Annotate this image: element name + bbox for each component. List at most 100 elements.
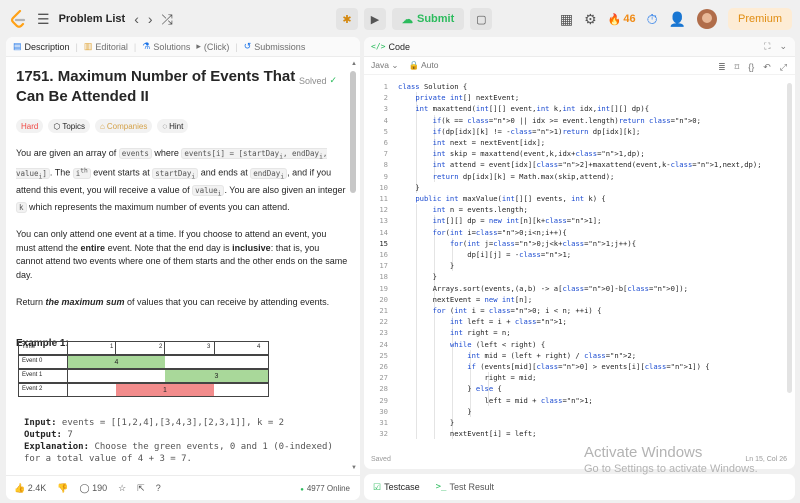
code-line[interactable]: 11 public int maxValue(int[][] events, i… [364, 193, 795, 204]
code-text: int n = events.length; [432, 205, 528, 215]
code-line[interactable]: 2 private int[] nextEvent; [364, 92, 795, 103]
lightbulb-icon: ◌ [162, 121, 168, 131]
difficulty-chip[interactable]: Hard [16, 119, 44, 133]
code-line[interactable]: 23 int right = n; [364, 327, 795, 338]
code-line[interactable]: 26 if (events[mid][class="n">0] > events… [364, 361, 795, 372]
code-line[interactable]: 28 } else { [364, 383, 795, 394]
format-icon[interactable]: ≣ [718, 62, 726, 73]
code-line[interactable]: 12 int n = events.length; [364, 204, 795, 215]
code-line[interactable]: 1 class Solution { [364, 81, 795, 92]
code-line[interactable]: 19 Arrays.sort(events,(a,b) -> a[class="… [364, 283, 795, 294]
timer-icon[interactable]: ⏱ [647, 11, 658, 28]
problem-list-icon[interactable]: ☰ [37, 11, 50, 28]
code-line[interactable]: 22 int left = i + class="n">1; [364, 316, 795, 327]
code-line[interactable]: 21 for (int i = class="n">0; i < n; ++i)… [364, 305, 795, 316]
code-line[interactable]: 7 int skip = maxattend(event,k,idx+class… [364, 148, 795, 159]
code-line[interactable]: 5 if(dp[idx][k] != -class="n">1)return d… [364, 126, 795, 137]
submit-button[interactable]: ☁ Submit [392, 8, 465, 30]
settings-gear-icon[interactable]: ⚙ [584, 11, 597, 28]
code-line[interactable]: 8 int attend = event[idx][class="n">2]+m… [364, 159, 795, 170]
line-number: 32 [379, 429, 388, 439]
braces-icon[interactable]: {} [748, 62, 754, 73]
code-line[interactable]: 16 dp[i][j] = -class="n">1; [364, 249, 795, 260]
layout-grid-icon[interactable]: ▦ [560, 11, 573, 28]
scroll-down-arrow-icon[interactable]: ▼ [351, 465, 357, 471]
editor-scrollbar[interactable] [787, 83, 792, 393]
share-button[interactable]: ⇱ [137, 483, 145, 494]
code-text: for(int i=class="n">0;i<n;i++){ [432, 227, 567, 237]
companies-chip[interactable]: ⌂ Companies [95, 119, 153, 133]
reset-icon[interactable]: ↶ [763, 62, 771, 73]
tab-solutions[interactable]: ⚗ Solutions [142, 41, 190, 52]
code-line[interactable]: 9 return dp[idx][k] = Math.max(skip,atte… [364, 171, 795, 182]
code-line[interactable]: 20 nextEvent = new int[n]; [364, 294, 795, 305]
code-text: nextEvent[i] = left; [398, 429, 537, 439]
code-text: if(k == class="n">0 || idx >= event.leng… [432, 115, 701, 125]
code-panel: </> Code ⛶ ⌄ Java ⌄ 🔒 Auto ≣ ⌑ {} ↶ ⤢ 1 cl… [364, 37, 795, 469]
comments-button[interactable]: ◯ 190 [79, 483, 107, 494]
tab-editorial[interactable]: ▥ Editorial [84, 41, 128, 52]
streak-counter[interactable]: 🔥 46 [608, 13, 636, 26]
expand-icon[interactable]: ⛶ [764, 41, 770, 52]
watermark-line-2: Go to Settings to activate Windows. [584, 463, 758, 475]
code-line[interactable]: 6 int next = nextEvent[idx]; [364, 137, 795, 148]
code-editor[interactable]: 1 class Solution {2 private int[] nextEve… [364, 81, 795, 445]
code-tab[interactable]: </> Code [371, 42, 410, 52]
avatar[interactable] [696, 9, 717, 29]
auto-mode-toggle[interactable]: 🔒 Auto [408, 60, 438, 71]
code-line[interactable]: 14 for(int i=class="n">0;i<n;i++){ [364, 227, 795, 238]
add-user-icon[interactable]: 👤 [669, 11, 686, 28]
code-line[interactable]: 10 } [364, 182, 795, 193]
code-line[interactable]: 18 } [364, 271, 795, 282]
share-icon: ⇱ [137, 482, 145, 493]
shuffle-icon[interactable]: ⤮ [162, 11, 173, 28]
code-line[interactable]: 13 int[][] dp = new int[n][k+class="n">1… [364, 215, 795, 226]
notes-button[interactable]: ▢ [470, 8, 493, 30]
favorite-button[interactable]: ☆ [118, 483, 126, 494]
code-line[interactable]: 4 if(k == class="n">0 || idx >= event.le… [364, 115, 795, 126]
tab-testcase[interactable]: ☑ Testcase [373, 482, 420, 493]
timeline-header-label: Time [22, 344, 36, 350]
online-count: 4977 Online [300, 484, 350, 493]
premium-button[interactable]: Premium [727, 8, 792, 30]
solved-badge: Solved ✓ [299, 75, 338, 86]
problem-description: 1751. Maximum Number of Events That Can … [16, 67, 348, 349]
leetcode-logo-icon[interactable] [8, 9, 28, 29]
dislike-button[interactable]: 👎 [57, 483, 68, 494]
code-line[interactable]: 3 int maxattend(int[][] event,int k,int … [364, 103, 795, 114]
problem-list-link[interactable]: Problem List [59, 13, 126, 25]
help-button[interactable]: ? [156, 483, 161, 493]
hint-chip[interactable]: ◌ Hint [157, 119, 189, 133]
code-line[interactable]: 29 left = mid + class="n">1; [364, 395, 795, 406]
run-button[interactable]: ▶ [364, 8, 386, 30]
debug-button[interactable]: ✱ [336, 8, 358, 30]
code-line[interactable]: 30 } [364, 406, 795, 417]
language-select[interactable]: Java ⌄ [371, 60, 398, 71]
scroll-up-arrow-icon[interactable]: ▲ [351, 61, 357, 67]
more-options-icon[interactable]: ⌄ [779, 41, 787, 52]
code-line[interactable]: 25 int mid = (left + right) / class="n">… [364, 350, 795, 361]
tab-click[interactable]: ▸ (Click) [196, 41, 229, 52]
code-text: } else { [398, 384, 502, 394]
tab-test-result[interactable]: >_ Test Result [436, 482, 494, 492]
like-button[interactable]: 👍 2.4K [14, 483, 46, 494]
code-line[interactable]: 24 while (left < right) { [364, 339, 795, 350]
fullscreen-icon[interactable]: ⤢ [780, 62, 787, 73]
tab-submissions[interactable]: ↺ Submissions [244, 41, 306, 52]
code-line[interactable]: 32 nextEvent[i] = left; [364, 428, 795, 439]
code-text: int[][] dp = new int[n][k+class="n">1]; [432, 216, 602, 226]
line-number: 19 [379, 283, 388, 293]
description-scrollbar[interactable] [350, 71, 356, 193]
code-line[interactable]: 31 } [364, 417, 795, 428]
tab-description[interactable]: ▤ Description [13, 41, 70, 52]
code-line[interactable]: 17 } [364, 260, 795, 271]
topics-chip[interactable]: ⬡ Topics [48, 119, 91, 133]
prev-problem-icon[interactable]: ‹ [134, 11, 139, 27]
line-number: 13 [379, 216, 388, 226]
code-line[interactable]: 27 right = mid; [364, 372, 795, 383]
next-problem-icon[interactable]: › [148, 11, 153, 27]
line-number: 18 [379, 272, 388, 282]
bookmark-icon[interactable]: ⌑ [735, 62, 740, 73]
code-line[interactable]: 15 for(int j=class="n">0;j<k+class="n">1… [364, 238, 795, 249]
play-icon: ▶ [370, 13, 380, 26]
